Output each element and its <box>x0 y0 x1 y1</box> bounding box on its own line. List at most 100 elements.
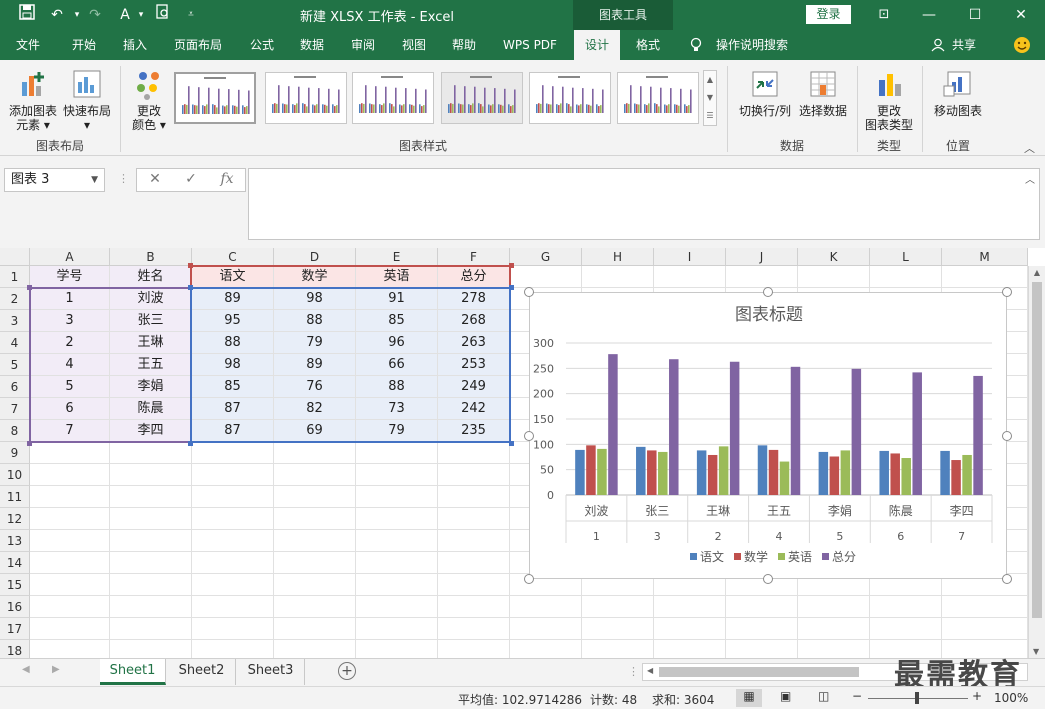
cell-F17[interactable] <box>438 618 510 640</box>
chart-object[interactable]: 图表标题 0 50 100 150 200 250 300 刘波 1 张三 3 王琳 2 王五 4 李娟 5 陈晨 6… <box>529 292 1007 579</box>
cell-H1[interactable] <box>582 266 654 288</box>
cell-D1[interactable]: 数学 <box>274 266 356 288</box>
bar-数学-陈晨[interactable] <box>890 453 900 495</box>
bar-数学-李娟[interactable] <box>829 456 840 495</box>
cell-C13[interactable] <box>192 530 274 552</box>
row-header-4[interactable]: 4 <box>0 332 30 354</box>
name-box-dropdown-icon[interactable]: ▼ <box>91 169 98 191</box>
scroll-up-icon[interactable]: ▲ <box>1029 268 1045 277</box>
cell-F1[interactable]: 总分 <box>438 266 510 288</box>
maximize-button[interactable]: ☐ <box>952 0 998 30</box>
column-header-A[interactable]: A <box>30 248 110 266</box>
cell-A6[interactable]: 5 <box>30 376 110 398</box>
cell-A8[interactable]: 7 <box>30 420 110 442</box>
cell-A11[interactable] <box>30 486 110 508</box>
cell-A5[interactable]: 4 <box>30 354 110 376</box>
chart-resize-handle[interactable] <box>524 287 534 297</box>
cell-G1[interactable] <box>510 266 582 288</box>
bar-数学-刘波[interactable] <box>586 445 596 495</box>
cell-E15[interactable] <box>356 574 438 596</box>
cell-F7[interactable]: 242 <box>438 398 510 420</box>
quick-layout-button[interactable]: 快速布局 ▾ <box>60 68 114 132</box>
chart-resize-handle[interactable] <box>524 430 534 441</box>
cell-C16[interactable] <box>192 596 274 618</box>
cell-H16[interactable] <box>582 596 654 618</box>
cell-F5[interactable]: 253 <box>438 354 510 376</box>
column-header-K[interactable]: K <box>798 248 870 266</box>
cell-A4[interactable]: 2 <box>30 332 110 354</box>
cell-E3[interactable]: 85 <box>356 310 438 332</box>
cell-D17[interactable] <box>274 618 356 640</box>
chart-resize-handle[interactable] <box>1002 430 1012 441</box>
range-resize-handle[interactable] <box>188 263 193 268</box>
cell-E12[interactable] <box>356 508 438 530</box>
cell-I17[interactable] <box>654 618 726 640</box>
redo-icon[interactable]: ↷ <box>84 4 106 26</box>
tab-design[interactable]: 设计 <box>574 30 620 60</box>
cell-F8[interactable]: 235 <box>438 420 510 442</box>
tab-wps-pdf[interactable]: WPS PDF <box>496 30 564 60</box>
cell-E14[interactable] <box>356 552 438 574</box>
cell-C14[interactable] <box>192 552 274 574</box>
cell-A13[interactable] <box>30 530 110 552</box>
cell-D15[interactable] <box>274 574 356 596</box>
cell-E2[interactable]: 91 <box>356 288 438 310</box>
cell-D3[interactable]: 88 <box>274 310 356 332</box>
chart-resize-handle[interactable] <box>1002 574 1012 584</box>
cell-D8[interactable]: 69 <box>274 420 356 442</box>
expand-formula-icon[interactable]: ︿ <box>1025 171 1035 186</box>
range-resize-handle[interactable] <box>27 441 32 446</box>
bar-数学-王琳[interactable] <box>707 454 718 495</box>
tab-insert[interactable]: 插入 <box>113 30 157 60</box>
bar-总分-陈晨[interactable] <box>912 372 922 495</box>
name-box[interactable]: 图表 3 ▼ <box>4 168 105 192</box>
cell-D10[interactable] <box>274 464 356 486</box>
cell-C2[interactable]: 89 <box>192 288 274 310</box>
chart-style-thumb-2[interactable] <box>265 72 347 124</box>
cell-F3[interactable]: 268 <box>438 310 510 332</box>
cell-C15[interactable] <box>192 574 274 596</box>
column-header-B[interactable]: B <box>110 248 192 266</box>
row-header-12[interactable]: 12 <box>0 508 30 530</box>
row-header-15[interactable]: 15 <box>0 574 30 596</box>
cell-B10[interactable] <box>110 464 192 486</box>
cell-B2[interactable]: 刘波 <box>110 288 192 310</box>
cell-F16[interactable] <box>438 596 510 618</box>
cell-F13[interactable] <box>438 530 510 552</box>
zoom-out-icon[interactable]: − <box>852 689 862 703</box>
legend-entry-数学[interactable]: 数学 <box>744 549 768 564</box>
bar-总分-王五[interactable] <box>790 366 801 495</box>
zoom-slider-thumb[interactable] <box>915 692 919 704</box>
chart-title[interactable]: 图表标题 <box>735 305 803 325</box>
cell-C7[interactable]: 87 <box>192 398 274 420</box>
row-header-1[interactable]: 1 <box>0 266 30 288</box>
bar-语文-李娟[interactable] <box>818 451 829 495</box>
next-sheet-icon[interactable]: ▶ <box>52 664 60 675</box>
cell-G17[interactable] <box>510 618 582 640</box>
row-header-6[interactable]: 6 <box>0 376 30 398</box>
sheet-tab-sheet1[interactable]: Sheet1 <box>100 659 166 685</box>
cell-B14[interactable] <box>110 552 192 574</box>
cell-L1[interactable] <box>870 266 942 288</box>
cell-A15[interactable] <box>30 574 110 596</box>
bar-总分-李娟[interactable] <box>851 368 862 495</box>
column-header-D[interactable]: D <box>274 248 356 266</box>
row-header-2[interactable]: 2 <box>0 288 30 310</box>
bar-英语-刘波[interactable] <box>597 448 607 495</box>
cell-E1[interactable]: 英语 <box>356 266 438 288</box>
cell-H17[interactable] <box>582 618 654 640</box>
bar-语文-王五[interactable] <box>757 445 768 495</box>
cell-A7[interactable]: 6 <box>30 398 110 420</box>
cell-F11[interactable] <box>438 486 510 508</box>
cell-C3[interactable]: 95 <box>192 310 274 332</box>
row-header-8[interactable]: 8 <box>0 420 30 442</box>
text-format-dropdown-icon[interactable]: ▾ <box>130 4 152 26</box>
cell-A10[interactable] <box>30 464 110 486</box>
bar-总分-王琳[interactable] <box>729 361 740 495</box>
chart-style-thumb-3[interactable] <box>352 72 434 124</box>
tab-help[interactable]: 帮助 <box>442 30 486 60</box>
cell-D11[interactable] <box>274 486 356 508</box>
horizontal-scroll-thumb[interactable] <box>659 667 859 677</box>
cell-D6[interactable]: 76 <box>274 376 356 398</box>
gallery-scroll[interactable]: ▲ ▼ ☰ <box>703 70 717 126</box>
